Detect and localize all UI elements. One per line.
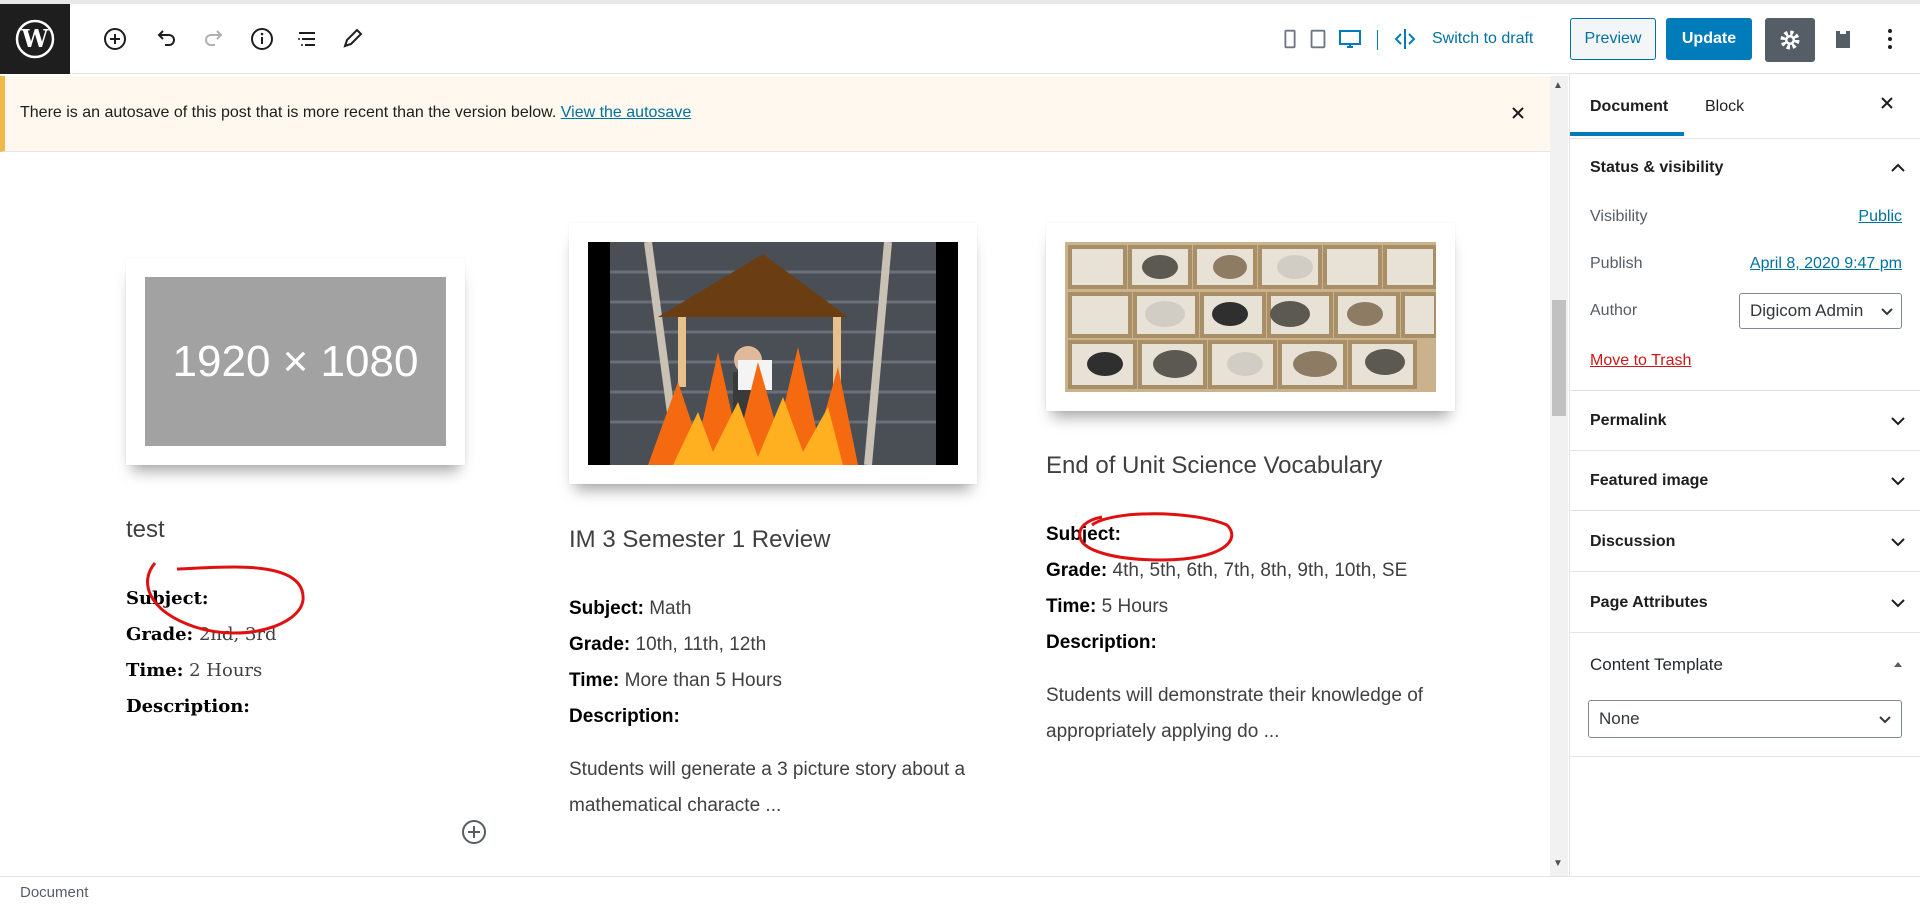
- move-to-trash-link[interactable]: Move to Trash: [1590, 352, 1691, 370]
- chevron-down-icon: [1881, 308, 1893, 316]
- block-library-icon[interactable]: [1828, 24, 1858, 54]
- card-subject-3: Subject:: [1046, 524, 1121, 545]
- card-title-2[interactable]: IM 3 Semester 1 Review: [569, 526, 830, 554]
- sidebar-tabs: Document Block: [1570, 74, 1920, 139]
- editor-header: W Switch to draft Preview Update: [0, 0, 1920, 74]
- undo-icon[interactable]: [150, 24, 180, 54]
- view-autosave-link[interactable]: View the autosave: [561, 104, 691, 121]
- triangle-up-icon: [1894, 662, 1902, 667]
- split-view-icon[interactable]: [1390, 24, 1420, 54]
- panel-status-visibility[interactable]: Status & visibility: [1570, 138, 1920, 198]
- card-description-label-2: Description:: [569, 706, 680, 727]
- wordpress-icon: W: [15, 19, 55, 59]
- more-options-icon[interactable]: [1875, 24, 1905, 54]
- scrollbar-thumb[interactable]: [1552, 300, 1566, 416]
- switch-to-draft-button[interactable]: Switch to draft: [1432, 30, 1533, 48]
- add-block-icon[interactable]: [100, 24, 130, 54]
- publish-date-link[interactable]: April 8, 2020 9:47 pm: [1722, 255, 1902, 273]
- content-template-select[interactable]: None: [1588, 700, 1902, 738]
- card-image-1[interactable]: 1920 × 1080: [126, 258, 465, 465]
- card-title-3[interactable]: End of Unit Science Vocabulary: [1046, 452, 1382, 480]
- editor-footer: Document: [0, 876, 1920, 906]
- panel-title: Status & visibility: [1590, 159, 1724, 176]
- card-description-label-3: Description:: [1046, 632, 1157, 653]
- autosave-notice: There is an autosave of this post that i…: [0, 76, 1550, 152]
- breadcrumb-document[interactable]: Document: [20, 884, 88, 901]
- svg-text:W: W: [21, 24, 50, 53]
- outline-icon[interactable]: [292, 24, 322, 54]
- scroll-up-arrow-icon[interactable]: ▲: [1553, 80, 1563, 91]
- card-description-label-1: Description:: [126, 696, 250, 717]
- tab-block[interactable]: Block: [1705, 98, 1744, 116]
- preview-button[interactable]: Preview: [1570, 18, 1656, 60]
- card-grade-3: Grade: 4th, 5th, 6th, 7th, 8th, 9th, 10t…: [1046, 560, 1408, 581]
- mobile-preview-icon[interactable]: [1278, 24, 1302, 54]
- card-time-2: Time: More than 5 Hours: [569, 670, 782, 691]
- toolbar-divider: [1377, 30, 1378, 50]
- update-button[interactable]: Update: [1666, 18, 1752, 60]
- settings-sidebar: Document Block Status & visibility Visib…: [1569, 74, 1920, 876]
- card-image-2[interactable]: [569, 223, 977, 484]
- wordpress-logo[interactable]: W: [0, 4, 70, 74]
- card-grade-2: Grade: 10th, 11th, 12th: [569, 634, 767, 655]
- chevron-up-icon: [1891, 163, 1905, 172]
- settings-button[interactable]: [1765, 18, 1815, 62]
- author-label: Author: [1590, 302, 1638, 319]
- chevron-down-icon: [1891, 599, 1905, 608]
- gear-icon: [1780, 30, 1800, 50]
- close-sidebar-icon[interactable]: [1880, 96, 1902, 118]
- visibility-link[interactable]: Public: [1810, 208, 1902, 226]
- placeholder-image: 1920 × 1080: [145, 277, 446, 446]
- campfire-video-thumbnail: [588, 242, 958, 465]
- panel-discussion[interactable]: Discussion: [1570, 512, 1920, 572]
- card-time-3: Time: 5 Hours: [1046, 596, 1169, 617]
- active-tab-indicator: [1570, 132, 1684, 136]
- desktop-preview-icon[interactable]: [1336, 24, 1364, 54]
- panel-page-attributes[interactable]: Page Attributes: [1570, 573, 1920, 633]
- card-description-2: Students will generate a 3 picture story…: [569, 759, 966, 816]
- redo-icon[interactable]: [200, 24, 230, 54]
- card-title-1[interactable]: test: [126, 516, 165, 544]
- chevron-down-icon: [1879, 716, 1891, 724]
- scroll-down-arrow-icon[interactable]: ▼: [1553, 858, 1563, 869]
- chevron-down-icon: [1891, 477, 1905, 486]
- publish-label: Publish: [1590, 255, 1643, 272]
- card-subject-2: Subject: Math: [569, 598, 692, 619]
- close-notice-icon[interactable]: [1505, 100, 1531, 126]
- info-icon[interactable]: [247, 24, 277, 54]
- visibility-label: Visibility: [1590, 208, 1648, 225]
- card-subject-1: Subject:: [126, 588, 209, 609]
- panel-permalink[interactable]: Permalink: [1570, 391, 1920, 451]
- inline-add-block-icon[interactable]: [460, 818, 488, 846]
- card-description-3: Students will demonstrate their knowledg…: [1046, 685, 1424, 742]
- card-grade-1: Grade: 2nd, 3rd: [126, 624, 277, 645]
- chevron-down-icon: [1891, 538, 1905, 547]
- notice-text: There is an autosave of this post that i…: [20, 104, 561, 121]
- card-image-3[interactable]: [1046, 223, 1455, 411]
- divider: [1570, 756, 1920, 757]
- author-select[interactable]: Digicom Admin: [1739, 293, 1902, 329]
- edit-pencil-icon[interactable]: [337, 24, 367, 54]
- panel-content-template[interactable]: Content Template: [1570, 634, 1920, 694]
- chevron-down-icon: [1891, 417, 1905, 426]
- editor-scrollbar[interactable]: [1550, 76, 1568, 876]
- tablet-preview-icon[interactable]: [1306, 24, 1330, 54]
- tab-document[interactable]: Document: [1590, 98, 1668, 116]
- rock-specimens-image: [1065, 242, 1436, 392]
- panel-featured-image[interactable]: Featured image: [1570, 451, 1920, 511]
- card-time-1: Time: 2 Hours: [126, 660, 263, 681]
